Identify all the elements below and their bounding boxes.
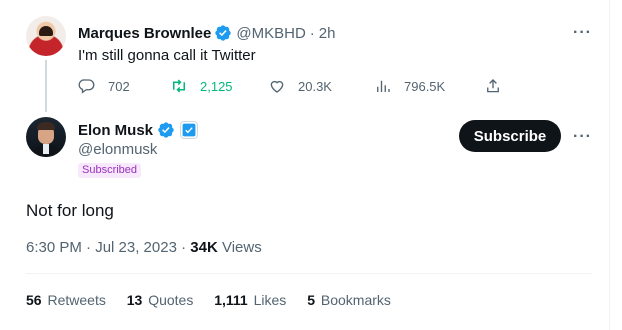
views-button[interactable]: 796.5K bbox=[374, 77, 445, 95]
more-icon[interactable]: ··· bbox=[573, 24, 592, 42]
author-name[interactable]: Elon Musk bbox=[78, 122, 153, 139]
quotes-stat[interactable]: 13 Quotes bbox=[127, 292, 194, 308]
divider bbox=[26, 273, 592, 274]
avatar[interactable] bbox=[26, 16, 66, 56]
thread-connector bbox=[45, 60, 47, 112]
tweet-time[interactable]: 2h bbox=[319, 25, 336, 42]
author-handle[interactable]: @MKBHD bbox=[236, 25, 305, 42]
views-count: 34K bbox=[190, 239, 218, 256]
avatar[interactable] bbox=[26, 117, 66, 157]
more-icon[interactable]: ··· bbox=[573, 128, 592, 146]
reply-button[interactable]: 702 bbox=[78, 77, 130, 95]
separator: · bbox=[309, 24, 315, 42]
like-icon bbox=[270, 80, 284, 93]
column-border bbox=[609, 0, 610, 330]
affiliation-x-icon[interactable] bbox=[180, 121, 199, 139]
parent-tweet-text: I'm still gonna call it Twitter bbox=[78, 47, 256, 64]
subscribe-button[interactable]: Subscribe bbox=[459, 120, 561, 152]
likes-stat[interactable]: 1,111 Likes bbox=[214, 292, 286, 308]
main-tweet-header: Elon Musk bbox=[78, 121, 199, 139]
share-button[interactable] bbox=[484, 77, 514, 95]
retweet-count: 2,125 bbox=[200, 78, 233, 94]
like-count: 20.3K bbox=[298, 78, 332, 94]
tweet-actions: 702 2,125 20.3K 796.5K bbox=[78, 77, 508, 97]
views-label: Views bbox=[221, 239, 262, 256]
verified-badge-icon bbox=[158, 122, 174, 138]
retweet-icon bbox=[173, 79, 185, 93]
retweets-stat[interactable]: 56 Retweets bbox=[26, 292, 106, 308]
reply-icon bbox=[78, 79, 95, 94]
share-icon bbox=[487, 79, 499, 93]
bookmarks-stat[interactable]: 5 Bookmarks bbox=[307, 292, 391, 308]
author-handle[interactable]: @elonmusk bbox=[78, 141, 157, 158]
tweet-metadata: 6:30 PM · Jul 23, 2023 · 34K Views bbox=[26, 239, 262, 256]
author-name[interactable]: Marques Brownlee bbox=[78, 25, 211, 42]
views-icon bbox=[377, 80, 390, 92]
tweet-timestamp[interactable]: 6:30 PM · Jul 23, 2023 · bbox=[26, 239, 186, 256]
main-tweet-text: Not for long bbox=[26, 201, 114, 220]
retweet-button[interactable]: 2,125 bbox=[170, 77, 233, 95]
engagement-stats: 56 Retweets 13 Quotes 1,111 Likes 5 Book… bbox=[26, 292, 408, 308]
verified-badge-icon bbox=[215, 25, 232, 41]
views-count: 796.5K bbox=[404, 78, 446, 94]
reply-count: 702 bbox=[108, 78, 130, 94]
subscribed-badge: Subscribed bbox=[78, 163, 142, 178]
like-button[interactable]: 20.3K bbox=[268, 77, 332, 95]
parent-tweet-header: Marques Brownlee @MKBHD · 2h bbox=[78, 24, 335, 42]
